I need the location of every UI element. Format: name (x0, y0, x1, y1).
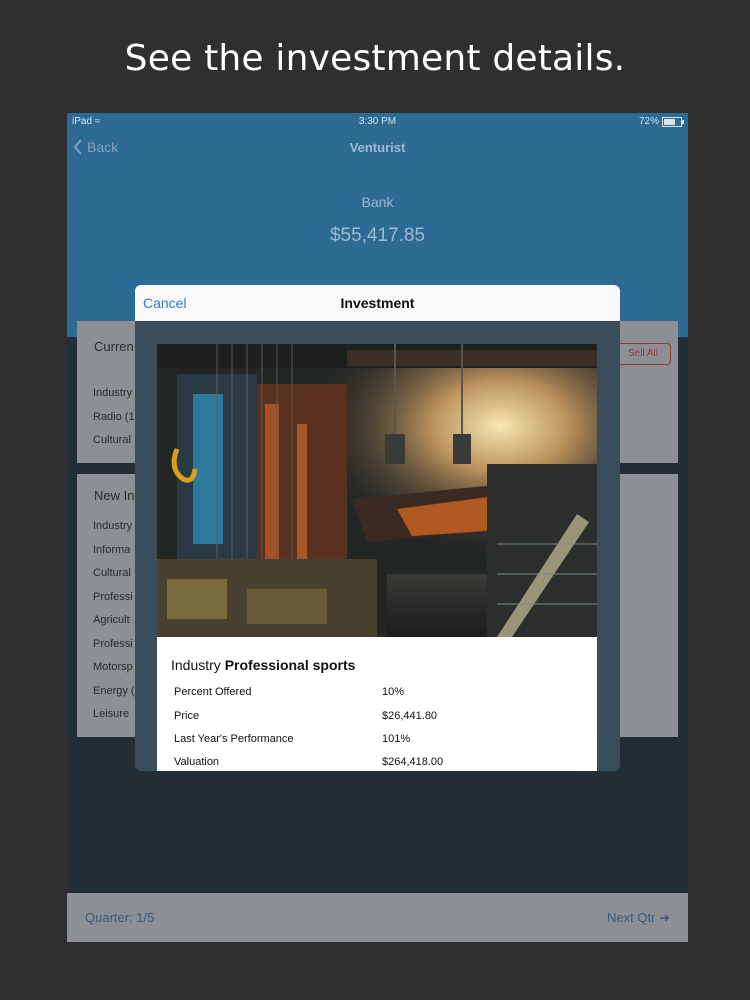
list-item[interactable]: Cultural (93, 567, 131, 579)
detail-value: 10% (382, 686, 405, 698)
industry-name: Professional sports (224, 657, 356, 673)
detail-row-price: Price $26,441.80 (174, 710, 594, 724)
detail-row-valuation: Valuation $264,418.00 (174, 756, 594, 770)
list-item[interactable]: Professi (93, 591, 133, 603)
status-time: 3:30 PM (358, 116, 397, 127)
arrow-right-icon: ➜ (659, 910, 670, 925)
modal-header: Cancel Investment (135, 285, 620, 321)
list-item[interactable]: Professi (93, 638, 133, 650)
industry-heading: Industry Professional sports (171, 657, 355, 673)
detail-label: Percent Offered (174, 686, 252, 698)
detail-row-last-year-performance: Last Year's Performance 101% (174, 733, 594, 747)
battery-icon (662, 116, 684, 127)
list-item[interactable]: Leisure (93, 708, 129, 720)
list-item[interactable]: Energy ( (93, 685, 135, 697)
list-item[interactable]: Cultural (93, 434, 131, 446)
investment-modal: Cancel Investment Industry Professional … (135, 285, 620, 771)
list-item[interactable]: Industry (93, 520, 132, 532)
status-bar: iPad ≈ 3:30 PM 72% (67, 113, 688, 129)
detail-row-percent-offered: Percent Offered 10% (174, 686, 594, 700)
current-investments-title: Curren (94, 339, 134, 354)
list-item[interactable]: Agricult (93, 614, 130, 626)
list-item[interactable]: Industry (93, 387, 132, 399)
quarter-indicator: Quarter: 1/5 (85, 910, 155, 925)
detail-value: 101% (382, 733, 411, 745)
list-item[interactable]: Radio (1 (93, 411, 135, 423)
detail-value: $26,441.80 (382, 710, 438, 722)
sell-all-button[interactable]: Sell All (615, 343, 671, 365)
detail-label: Last Year's Performance (174, 733, 294, 745)
nav-title: Venturist (349, 140, 406, 155)
industry-prefix: Industry (171, 657, 221, 673)
detail-value: $264,418.00 (382, 756, 444, 768)
detail-label: Price (174, 710, 200, 722)
modal-title: Investment (340, 295, 415, 311)
bank-balance: $55,417.85 (329, 225, 426, 246)
industry-photo (157, 344, 597, 637)
status-battery: 72% (638, 116, 684, 127)
next-quarter-button[interactable]: Next Qtr ➜ (607, 910, 670, 926)
next-quarter-label: Next Qtr (607, 910, 656, 925)
investment-detail-card: Industry Professional sports Percent Off… (157, 344, 597, 771)
bank-label: Bank (361, 194, 394, 210)
bottom-toolbar: Quarter: 1/5 Next Qtr ➜ (67, 893, 688, 942)
list-item[interactable]: Motorsp (93, 661, 133, 673)
new-investments-title: New Inv (94, 488, 141, 503)
detail-label: Valuation (174, 756, 220, 768)
screenshot-caption: See the investment details. (124, 38, 626, 79)
battery-percent: 72% (638, 116, 659, 127)
list-item[interactable]: Informa (93, 544, 130, 556)
